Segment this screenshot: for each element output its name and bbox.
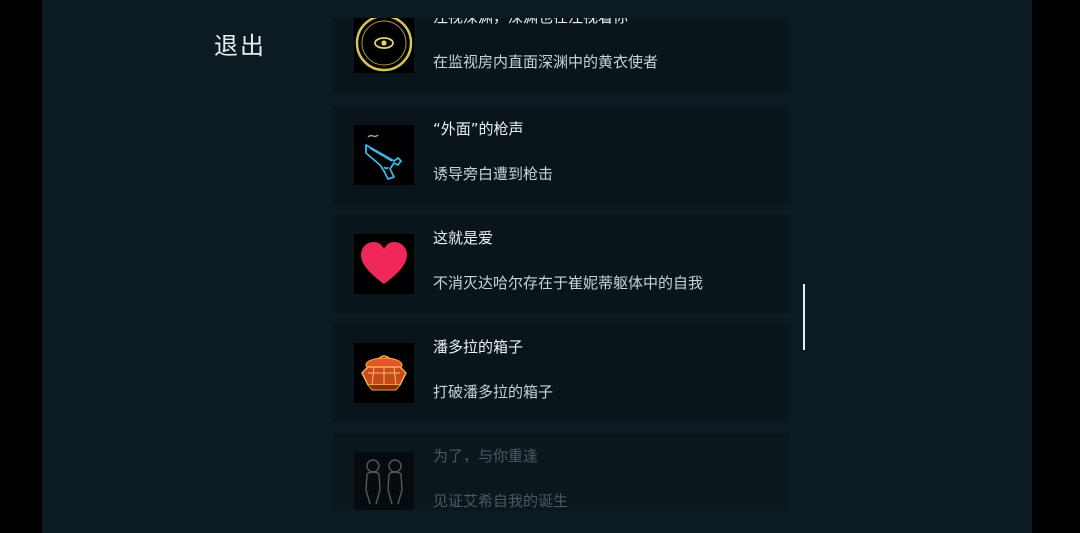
achievement-description: 诱导旁白遭到枪击 xyxy=(433,165,554,183)
achievement-list[interactable]: 注视深渊，深渊也在注视着你 在监视房内直面深渊中的黄衣使者 “外面”的枪声 诱导… xyxy=(333,18,789,510)
achievement-description: 打破潘多拉的箱子 xyxy=(433,383,554,401)
achievement-description: 不消灭达哈尔存在于崔妮蒂躯体中的自我 xyxy=(433,274,704,292)
pistol-icon xyxy=(354,125,414,185)
heart-icon xyxy=(354,234,414,294)
achievement-title: 这就是爱 xyxy=(433,229,494,247)
achievement-title: “外面”的枪声 xyxy=(433,120,524,138)
achievement-card[interactable]: “外面”的枪声 诱导旁白遭到枪击 xyxy=(333,106,789,204)
achievement-card[interactable]: 为了，与你重逢 见证艾希自我的诞生 xyxy=(333,433,789,510)
achievement-title: 注视深渊，深渊也在注视着你 xyxy=(433,18,628,27)
exit-button[interactable]: 退出 xyxy=(214,26,266,61)
achievement-title: 潘多拉的箱子 xyxy=(433,338,524,356)
eye-medallion-icon xyxy=(354,18,414,73)
achievement-card[interactable]: 这就是爱 不消灭达哈尔存在于崔妮蒂躯体中的自我 xyxy=(333,215,789,313)
achievement-title: 为了，与你重逢 xyxy=(433,447,539,465)
achievement-description: 在监视房内直面深渊中的黄衣使者 xyxy=(433,53,659,71)
twin-figures-icon xyxy=(354,452,414,510)
achievement-card[interactable]: 注视深渊，深渊也在注视着你 在监视房内直面深渊中的黄衣使者 xyxy=(333,18,789,92)
device-frame: 退出 注视深渊，深渊也在注视着你 在监视房内直面深渊中的黄衣使者 xyxy=(0,0,1080,533)
achievement-card[interactable]: 潘多拉的箱子 打破潘多拉的箱子 xyxy=(333,324,789,422)
scrollbar[interactable] xyxy=(803,284,805,350)
pandora-box-icon xyxy=(354,343,414,403)
achievement-description: 见证艾希自我的诞生 xyxy=(433,492,569,510)
